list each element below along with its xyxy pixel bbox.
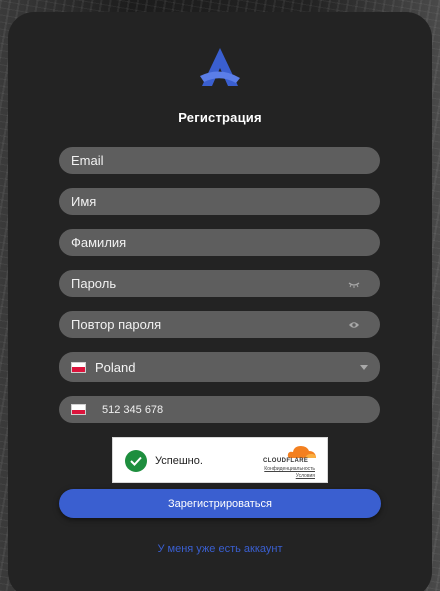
poland-flag-icon: [71, 361, 86, 373]
cloudflare-cloud-icon: [287, 446, 316, 458]
cloudflare-brand: CLOUDFLARE: [263, 458, 309, 464]
password-repeat-field[interactable]: Повтор пароля: [59, 311, 380, 338]
first-name-field[interactable]: Имя: [59, 188, 380, 215]
last-name-field[interactable]: Фамилия: [59, 229, 380, 256]
privacy-link[interactable]: Конфиденциальность: [264, 466, 315, 473]
poland-flag-icon[interactable]: [71, 404, 86, 415]
email-placeholder: Email: [71, 153, 104, 168]
register-button[interactable]: Зарегистрироваться: [59, 489, 381, 518]
phone-field[interactable]: 512 345 678: [59, 396, 380, 423]
brand-a-logo-icon: [200, 48, 240, 86]
email-field[interactable]: Email: [59, 147, 380, 174]
country-select[interactable]: Poland: [59, 352, 380, 382]
last-name-placeholder: Фамилия: [71, 235, 127, 250]
page-title: Регистрация: [178, 110, 262, 125]
eye-icon[interactable]: [348, 320, 360, 329]
eye-closed-icon[interactable]: [348, 280, 360, 288]
captcha-status: Успешно.: [155, 455, 203, 467]
terms-link[interactable]: Условия: [264, 473, 315, 480]
country-value: Poland: [95, 359, 136, 375]
password-placeholder: Пароль: [71, 276, 117, 291]
first-name-placeholder: Имя: [71, 194, 97, 209]
password-repeat-placeholder: Повтор пароля: [71, 317, 162, 332]
success-check-icon: [125, 450, 147, 472]
phone-value: 512 345 678: [102, 403, 164, 416]
login-link[interactable]: У меня уже есть аккаунт: [0, 543, 440, 555]
cloudflare-captcha-widget[interactable]: Успешно. CLOUDFLARE Конфиденциальность У…: [112, 437, 328, 483]
chevron-down-icon[interactable]: [360, 365, 368, 370]
password-field[interactable]: Пароль: [59, 270, 380, 297]
